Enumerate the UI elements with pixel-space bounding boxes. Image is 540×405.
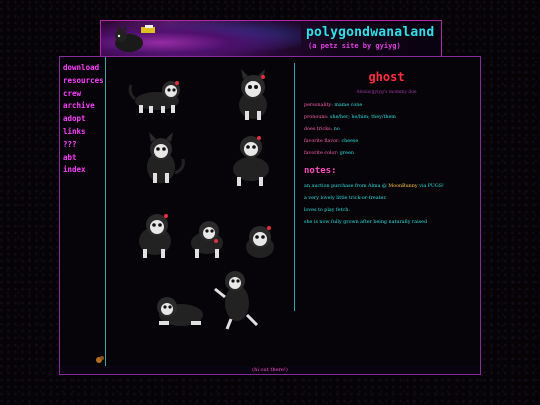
note-text: an auction purchase from Alma @ xyxy=(304,184,389,189)
nav-link-abt[interactable]: abt xyxy=(63,152,105,165)
field-value: no xyxy=(333,127,340,132)
sidebar-nav: download resources crew archive adopt li… xyxy=(60,57,106,366)
note-item: an auction purchase from Alma @ MoonBunn… xyxy=(304,184,444,189)
note-item: a very lovely little trick-or-treater. xyxy=(304,196,387,201)
field-value: mame cone xyxy=(334,103,363,108)
nav-link-crew[interactable]: crew xyxy=(63,88,105,101)
pet-image-jumping xyxy=(214,271,259,330)
site-title[interactable]: polygondwanaland xyxy=(306,25,434,40)
pet-name: ghost xyxy=(368,70,405,84)
nav-link-download[interactable]: download xyxy=(63,62,105,75)
note-text: she is now fully grown after being natur… xyxy=(304,220,428,225)
notes-heading: notes: xyxy=(304,166,337,176)
note-item: loves to play fetch. xyxy=(304,208,350,213)
pet-image-sitting-1 xyxy=(239,69,267,120)
content-divider xyxy=(294,63,295,311)
pet-image-lying-1 xyxy=(128,81,180,113)
mascot-icon xyxy=(96,356,104,363)
note-item: she is now fully grown after being natur… xyxy=(304,220,427,225)
pet-image-head xyxy=(246,226,274,258)
moonbunny-link[interactable]: MoonBunny xyxy=(388,184,417,189)
note-text: via PUGS! xyxy=(417,184,444,189)
nav-link-adopt[interactable]: adopt xyxy=(63,113,105,126)
pet-info-panel: ghost Alexis/gyiyg's mommy doe personali… xyxy=(304,57,480,366)
site-footer: (hi out there!) xyxy=(59,366,481,375)
nav-link-archive[interactable]: archive xyxy=(63,100,105,113)
site-banner: polygondwanaland (a petz site by gyiyg) xyxy=(100,20,442,58)
field-label: pronouns: xyxy=(304,115,329,120)
field-value: she/her; he/him; they/them xyxy=(330,115,396,120)
nav-link-index[interactable]: index xyxy=(63,164,105,177)
field-pronouns: pronouns: she/her; he/him; they/them xyxy=(304,115,396,120)
nav-link-links[interactable]: links xyxy=(63,126,105,139)
pet-image-sitting-2 xyxy=(147,132,185,183)
pet-image-lying-2 xyxy=(233,136,269,186)
field-personality: personality: mame cone xyxy=(304,103,362,108)
field-value: cheese xyxy=(341,139,359,144)
nav-link-resources[interactable]: resources xyxy=(63,75,105,88)
field-label: personality: xyxy=(304,103,333,108)
content-frame: download resources crew archive adopt li… xyxy=(59,56,481,367)
field-label: favorite color: xyxy=(304,151,339,156)
banner-cat-image xyxy=(115,25,155,52)
pet-tagline: Alexis/gyiyg's mommy doe xyxy=(356,90,417,95)
site-subtitle: (a petz site by gyiyg) xyxy=(308,42,401,50)
field-label: favorite flavor: xyxy=(304,139,340,144)
pet-image-crouch xyxy=(191,221,223,258)
field-value: green xyxy=(339,151,354,156)
field-flavor: favorite flavor: cheese xyxy=(304,139,358,144)
note-text: loves to play fetch. xyxy=(304,208,350,213)
field-color: favorite color: green xyxy=(304,151,354,156)
note-text: a very lovely little trick-or-treater. xyxy=(304,196,387,201)
pet-image-lying-3 xyxy=(157,297,203,326)
field-label: does tricks: xyxy=(304,127,333,132)
pet-image-sitting-3 xyxy=(139,214,171,258)
field-tricks: does tricks: no xyxy=(304,127,340,132)
nav-link-mystery[interactable]: ??? xyxy=(63,139,105,152)
pet-gallery xyxy=(107,59,294,364)
